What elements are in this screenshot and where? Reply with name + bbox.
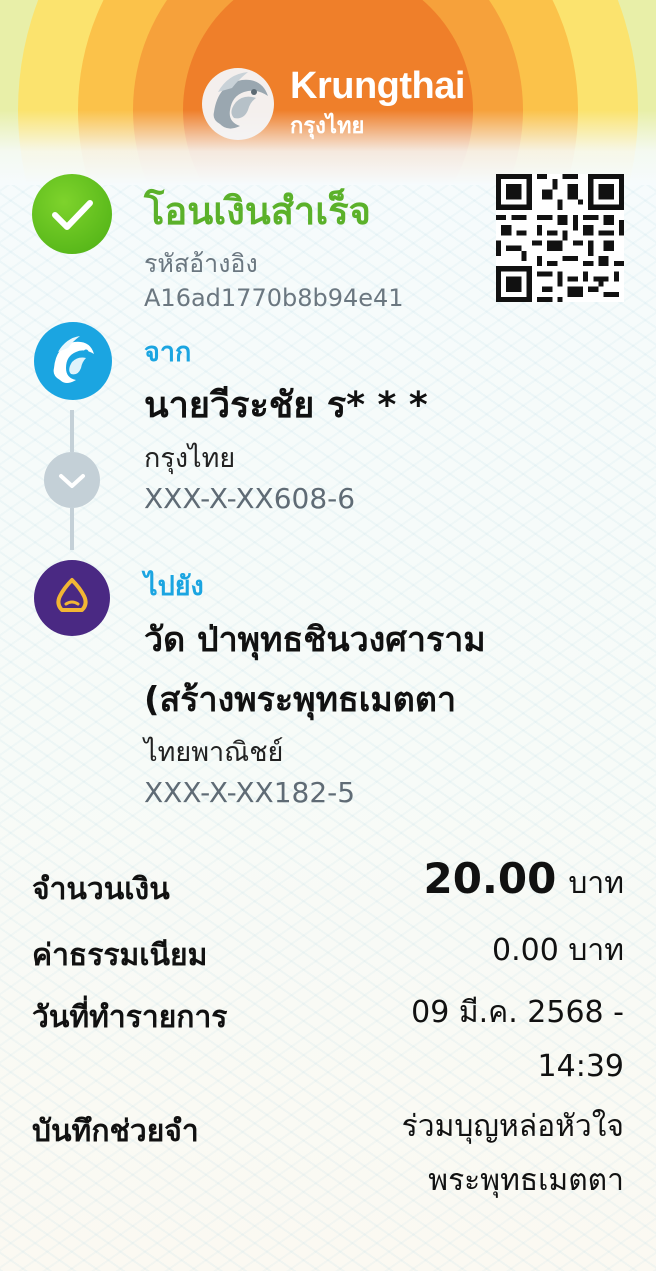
amount-label: จำนวนเงิน xyxy=(32,872,170,907)
reference-code: A16ad1770b8b94e41 xyxy=(144,284,404,312)
recipient-account: XXX-X-XX182-5 xyxy=(144,776,356,809)
date-line1: 09 มี.ค. 2568 - xyxy=(411,995,624,1030)
connector-line xyxy=(70,508,74,550)
amount-unit: บาท xyxy=(568,866,624,901)
memo-line1: ร่วมบุญหล่อหัวใจ xyxy=(401,1109,624,1144)
scb-logo-icon xyxy=(34,560,110,636)
recipient-name-line1: วัด ป่าพุทธชินวงศาราม xyxy=(144,620,486,660)
header-banner: Krungthai กรุงไทย xyxy=(0,0,656,185)
connector-line xyxy=(70,410,74,452)
recipient-name-line2: (สร้างพระพุทธเมตตา xyxy=(144,680,457,720)
amount-row: 20.00 บาท xyxy=(423,854,624,907)
sender-bank: กรุงไทย xyxy=(144,443,236,474)
bird-logo-icon xyxy=(53,336,94,383)
sender-name: นายวีระชัย ร* * * xyxy=(144,385,428,426)
status-title: โอนเงินสำเร็จ xyxy=(144,189,371,233)
fee-value: 0.00 บาท xyxy=(492,933,624,968)
date-label: วันที่ทำรายการ xyxy=(32,1000,228,1035)
check-icon xyxy=(52,200,93,230)
brand-name-en: Krungthai xyxy=(290,65,465,107)
scb-emblem-icon xyxy=(56,578,88,612)
sender-account: XXX-X-XX608-6 xyxy=(144,482,356,515)
brand-name-th: กรุงไทย xyxy=(290,114,365,139)
time-value: 14:39 xyxy=(537,1049,624,1084)
bird-logo-icon xyxy=(202,68,274,140)
from-label: จาก xyxy=(144,337,192,368)
fee-label: ค่าธรรมเนียม xyxy=(32,938,208,973)
chevron-down-icon xyxy=(44,452,100,508)
to-label: ไปยัง xyxy=(144,571,204,602)
reference-label: รหัสอ้างอิง xyxy=(144,249,258,278)
qr-code-icon[interactable] xyxy=(496,174,624,302)
memo-label: บันทึกช่วยจำ xyxy=(32,1114,199,1149)
recipient-bank: ไทยพาณิชย์ xyxy=(144,737,284,768)
memo-line2: พระพุทธเมตตา xyxy=(428,1163,624,1198)
success-badge xyxy=(32,174,112,254)
amount-value: 20.00 xyxy=(423,854,557,903)
krungthai-logo-icon xyxy=(34,322,112,400)
